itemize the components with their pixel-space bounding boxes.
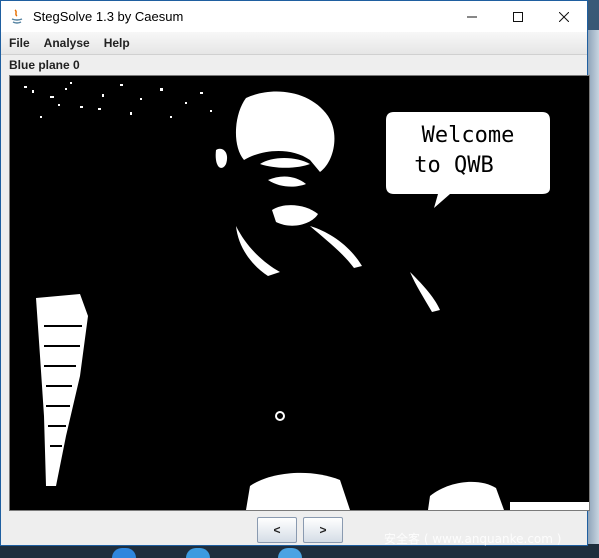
- next-plane-button[interactable]: >: [303, 517, 343, 543]
- image-view: Welcome to QWB: [9, 75, 590, 511]
- watermark: 安全客 ( www.anquanke.com ): [384, 532, 562, 546]
- bubble-text-line1: Welcome: [422, 123, 515, 148]
- taskbar-app-icon[interactable]: [112, 548, 136, 558]
- minimize-icon[interactable]: [449, 1, 495, 32]
- bottom-right-edge: [510, 502, 589, 510]
- maximize-icon[interactable]: [495, 1, 541, 32]
- java-icon: [9, 8, 25, 25]
- taskbar-app-icon[interactable]: [186, 548, 210, 558]
- menu-file[interactable]: File: [3, 36, 36, 50]
- menu-help[interactable]: Help: [98, 36, 136, 50]
- previous-plane-button[interactable]: <: [257, 517, 297, 543]
- plane-label: Blue plane 0: [9, 58, 80, 72]
- window-title: StegSolve 1.3 by Caesum: [33, 9, 184, 24]
- stegsolve-window: StegSolve 1.3 by Caesum File Analyse Hel…: [0, 0, 590, 546]
- bitplane-image: Welcome to QWB: [10, 76, 589, 510]
- close-icon[interactable]: [541, 1, 587, 32]
- window-controls: [449, 1, 587, 32]
- taskbar-app-icon[interactable]: [278, 548, 302, 558]
- bubble-text-line2: to QWB: [414, 153, 493, 178]
- title-bar[interactable]: StegSolve 1.3 by Caesum: [1, 1, 587, 32]
- menu-analyse[interactable]: Analyse: [38, 36, 96, 50]
- menu-bar: File Analyse Help: [1, 32, 587, 55]
